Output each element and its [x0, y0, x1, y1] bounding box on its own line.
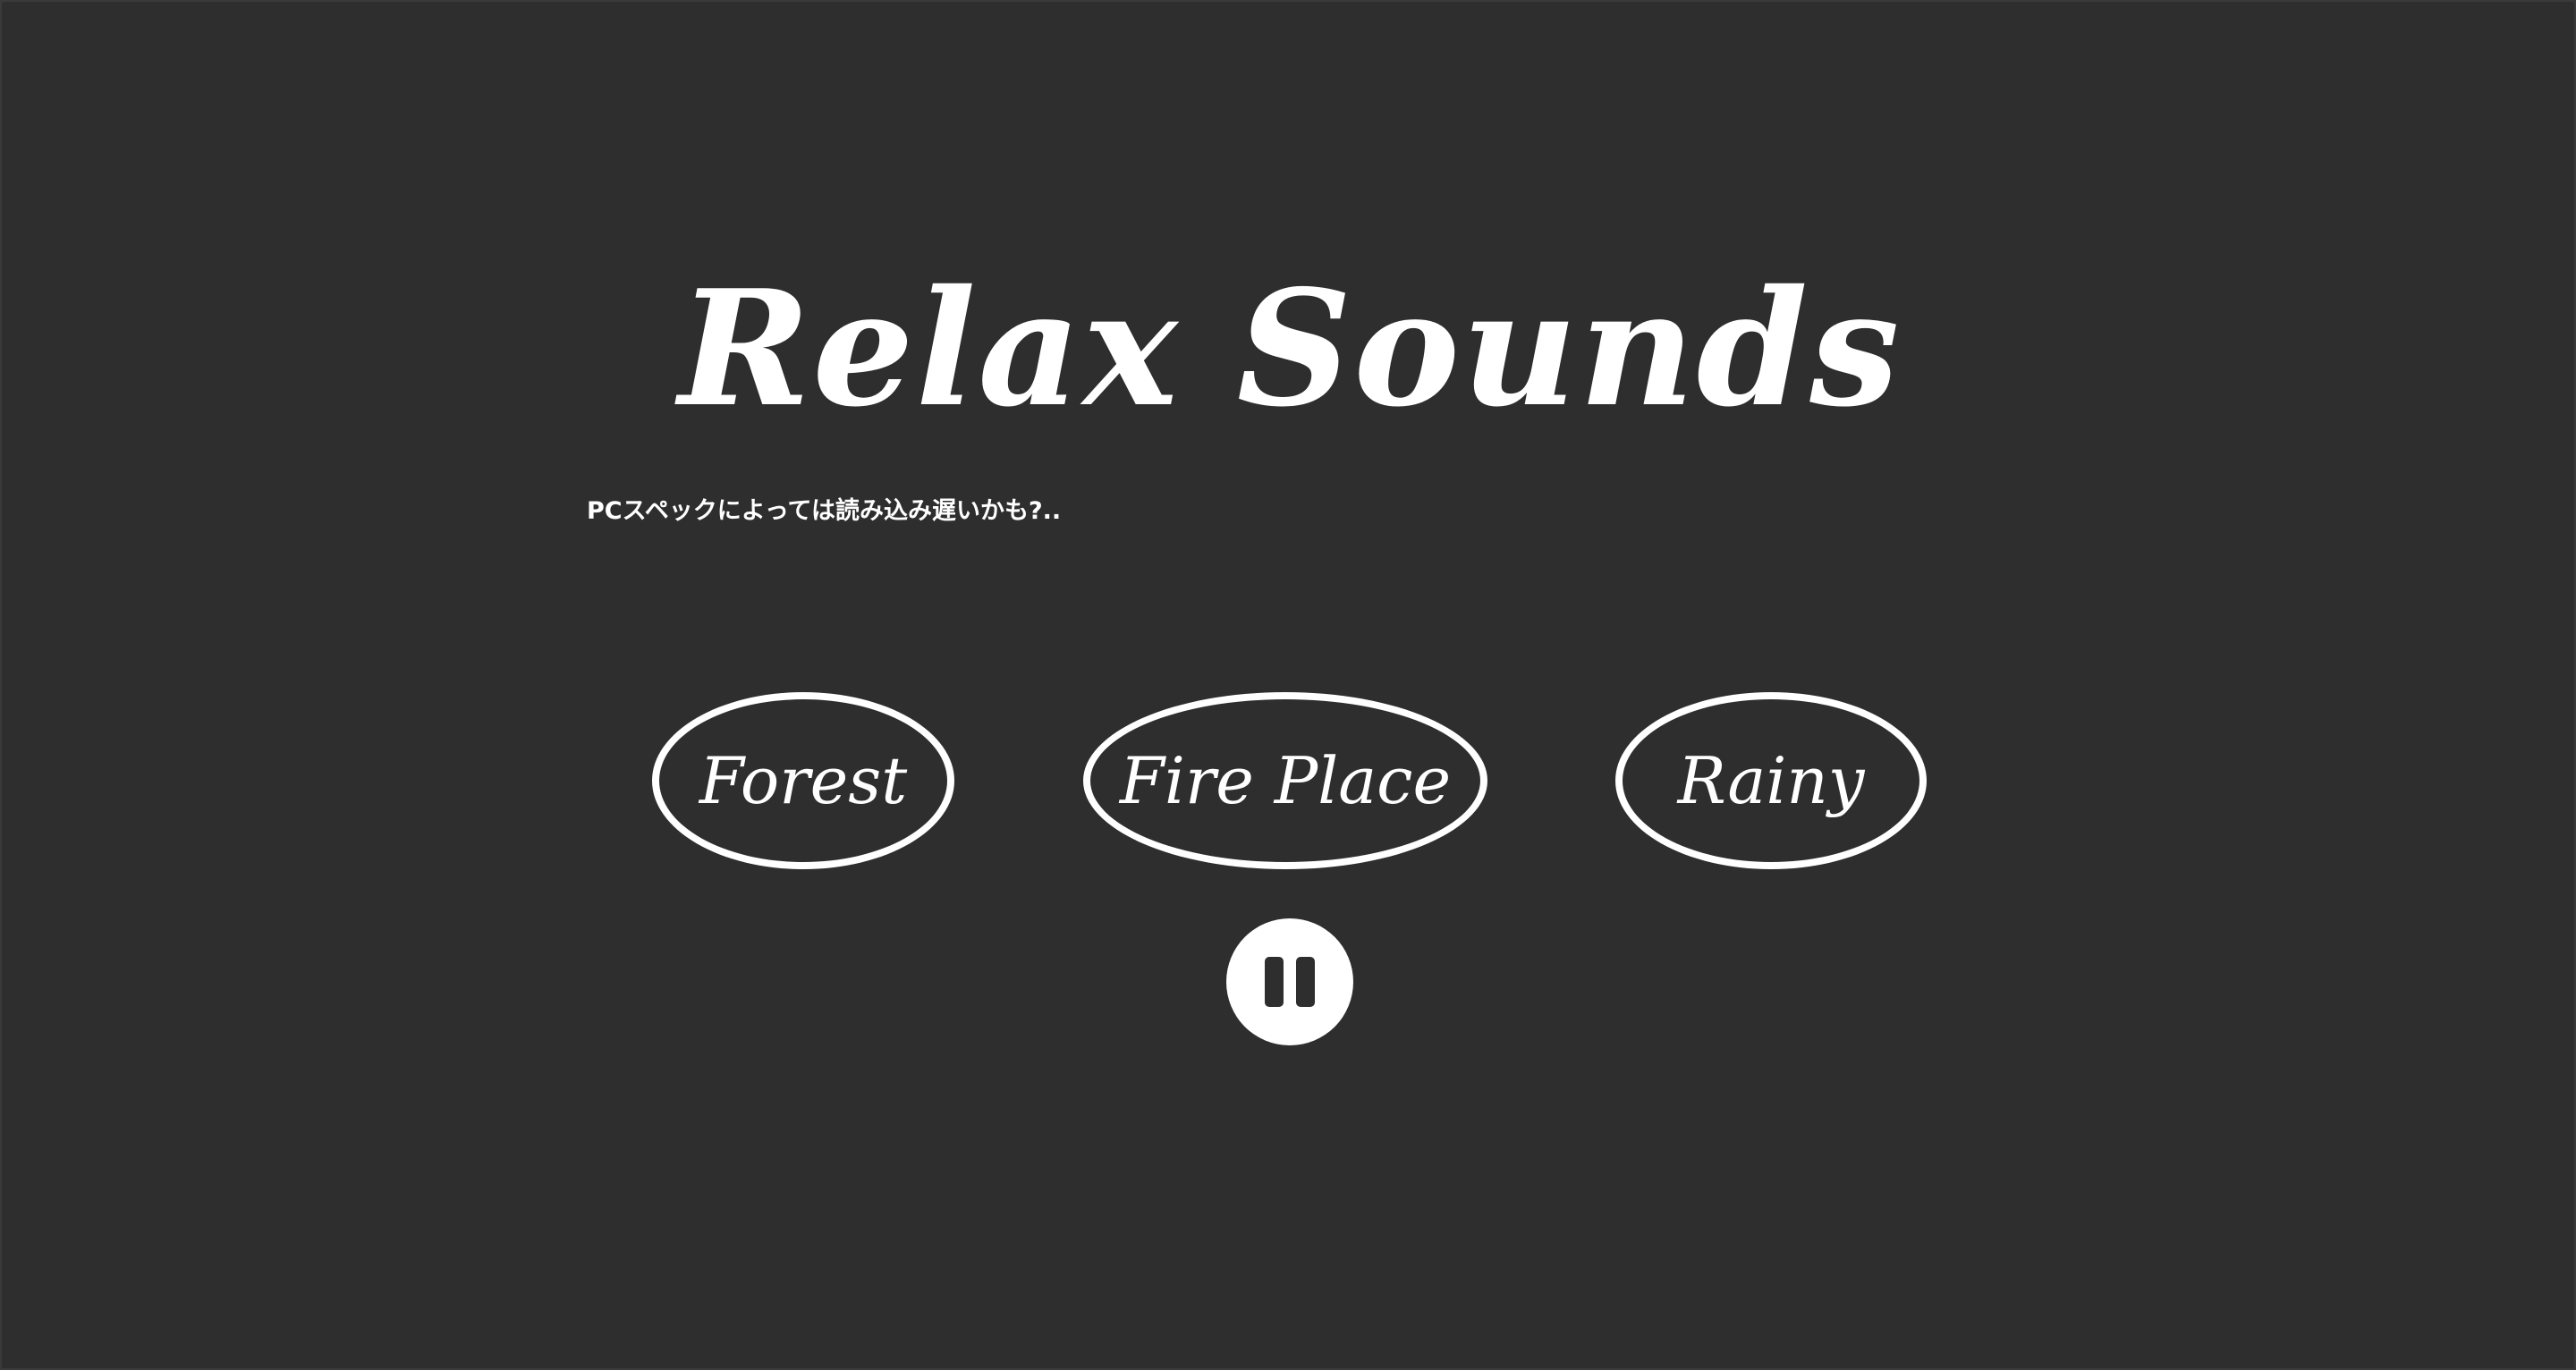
page-title: Relax Sounds: [678, 255, 1902, 442]
rainy-button[interactable]: Rainy: [1615, 692, 1927, 869]
pause-button[interactable]: [1226, 918, 1353, 1045]
fire-place-button[interactable]: Fire Place: [1083, 692, 1487, 869]
forest-button[interactable]: Forest: [652, 692, 954, 869]
performance-note: PCスペックによっては読み込み遅いかも?..: [587, 497, 1062, 525]
pause-icon: [1265, 957, 1315, 1007]
page: Relax Sounds PCスペックによっては読み込み遅いかも?.. Fore…: [0, 0, 2576, 1370]
